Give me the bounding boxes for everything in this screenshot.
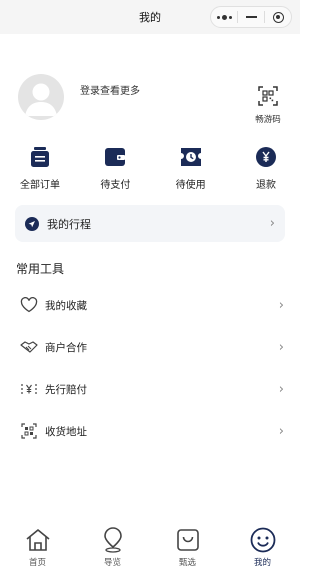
all-orders-icon <box>31 147 49 167</box>
favorites-item[interactable]: 我的收藏 › <box>0 284 300 326</box>
minimize-icon <box>245 16 257 18</box>
more-button[interactable] <box>211 7 237 27</box>
more-dots-icon <box>216 14 232 20</box>
login-prompt[interactable]: 登录查看更多 <box>80 82 140 97</box>
smile-icon <box>250 527 275 553</box>
to-use-button[interactable]: 待使用 <box>163 144 219 192</box>
yuan-shield-icon <box>21 384 37 394</box>
home-icon <box>25 529 50 551</box>
mini-program-capsule <box>210 6 292 28</box>
shopping-bag-icon <box>176 529 199 551</box>
tab-home[interactable]: 首页 <box>0 518 75 568</box>
chevron-right-icon: › <box>269 216 275 231</box>
chevron-right-icon: › <box>278 297 284 313</box>
tab-home-label: 首页 <box>28 558 46 568</box>
merchant-cooperation-label: 商户合作 <box>45 341 87 354</box>
title-bar: 我的 <box>0 0 300 34</box>
wallet-icon <box>105 148 126 166</box>
qr-code-label: 畅游码 <box>255 115 281 125</box>
minimize-button[interactable] <box>238 7 264 27</box>
refund-label: 退款 <box>255 180 276 191</box>
navigation-arrow-icon <box>25 216 39 231</box>
tab-guide-label: 导览 <box>103 558 121 568</box>
my-trip-entry[interactable]: 我的行程 › <box>15 205 285 242</box>
favorites-label: 我的收藏 <box>45 299 87 312</box>
chevron-right-icon: › <box>278 339 284 355</box>
advance-compensation-label: 先行赔付 <box>45 383 87 396</box>
qr-code-icon <box>258 86 278 106</box>
to-use-label: 待使用 <box>175 180 206 191</box>
shipping-address-label: 收货地址 <box>45 425 87 438</box>
my-trip-label: 我的行程 <box>47 217 91 231</box>
tab-mine[interactable]: 我的 <box>225 518 300 568</box>
all-orders-button[interactable]: 全部订单 <box>12 144 68 192</box>
pending-payment-button[interactable]: 待支付 <box>87 144 143 192</box>
avatar[interactable] <box>18 74 64 120</box>
ticket-clock-icon <box>180 148 201 166</box>
refund-button[interactable]: 退款 <box>238 144 294 192</box>
merchant-cooperation-item[interactable]: 商户合作 › <box>0 326 300 368</box>
refund-icon <box>255 147 276 167</box>
heart-icon <box>20 297 38 313</box>
tab-mine-label: 我的 <box>253 558 271 568</box>
tab-select-label: 甄选 <box>178 558 196 568</box>
location-icon <box>103 527 122 553</box>
chevron-right-icon: › <box>278 423 284 439</box>
bottom-tab-bar: 首页 导览 甄选 我的 <box>0 518 300 568</box>
advance-compensation-item[interactable]: 先行赔付 › <box>0 368 300 410</box>
order-shortcuts: 全部订单 待支付 待使用 退款 <box>12 144 294 192</box>
all-orders-label: 全部订单 <box>20 180 60 191</box>
tools-section-title: 常用工具 <box>16 262 65 276</box>
pending-payment-label: 待支付 <box>100 180 131 191</box>
close-button[interactable] <box>265 7 291 27</box>
tab-guide[interactable]: 导览 <box>75 518 150 568</box>
qr-code-button[interactable]: 畅游码 <box>250 86 286 125</box>
shipping-address-item[interactable]: 收货地址 › <box>0 410 300 452</box>
address-icon <box>21 423 37 439</box>
handshake-icon <box>20 341 38 353</box>
chevron-right-icon: › <box>278 381 284 397</box>
close-target-icon <box>272 11 284 23</box>
tools-list: 我的收藏 › 商户合作 › 先行赔付 › 收货地址 › <box>0 284 300 452</box>
tab-select[interactable]: 甄选 <box>150 518 225 568</box>
user-silhouette-icon <box>25 83 57 116</box>
